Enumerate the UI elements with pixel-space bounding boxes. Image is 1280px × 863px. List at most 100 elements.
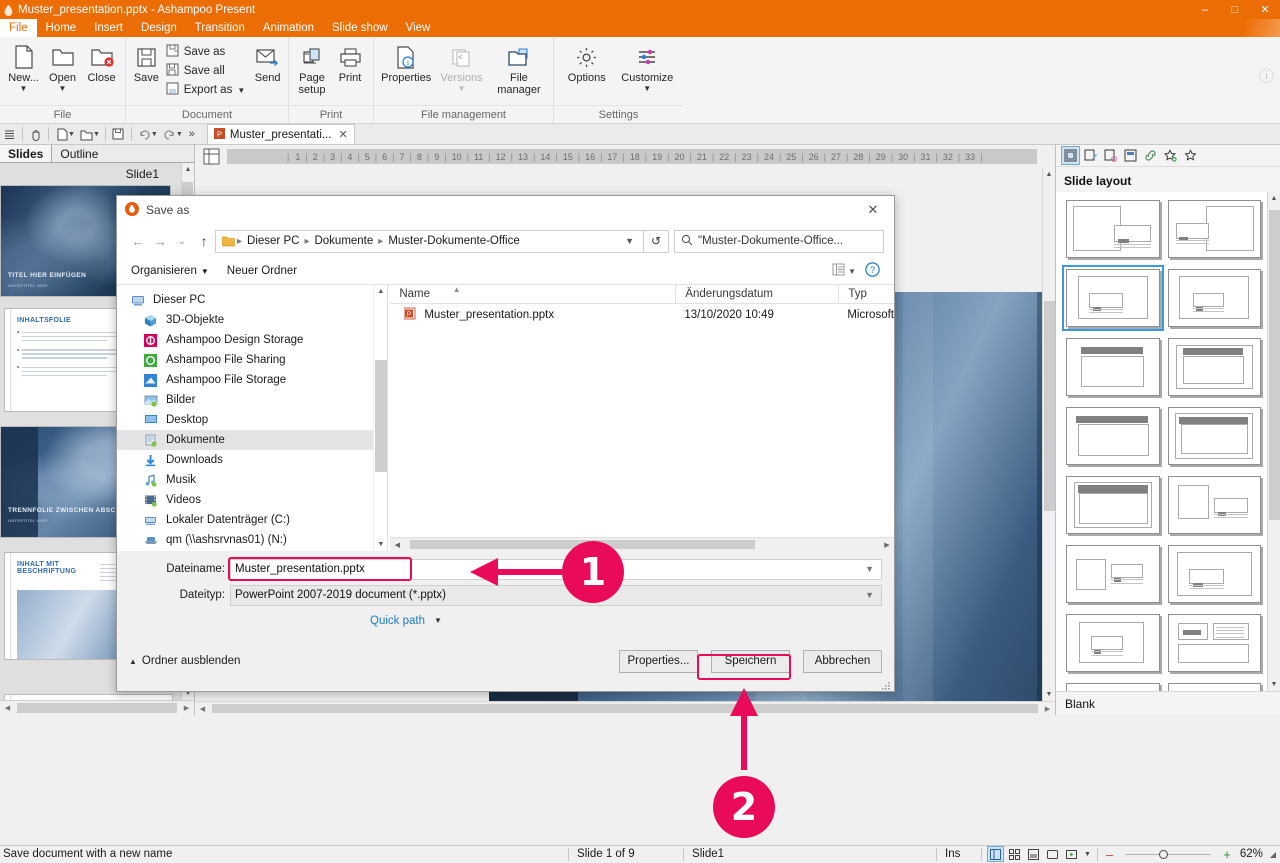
filetype-select[interactable]: PowerPoint 2007-2019 document (*.pptx) ▼ bbox=[230, 585, 882, 606]
chevron-down-icon[interactable]: ▼ bbox=[176, 131, 185, 138]
tree-item-12[interactable]: qm (\\ashsrvnas01) (N:) bbox=[117, 530, 373, 550]
toolbar-overflow-button[interactable]: » bbox=[185, 128, 199, 140]
resize-grip-icon[interactable]: ◢ bbox=[1265, 850, 1276, 859]
layout-thumbnail-5[interactable] bbox=[1168, 338, 1262, 396]
layout-vertical-scrollbar[interactable]: ▲ ▼ bbox=[1267, 192, 1280, 691]
column-header-modified[interactable]: Änderungsdatum bbox=[675, 285, 838, 304]
zoom-slider-knob[interactable] bbox=[1159, 850, 1168, 859]
properties-button[interactable]: Properties... bbox=[619, 650, 698, 673]
tree-item-0[interactable]: Dieser PC bbox=[117, 290, 373, 310]
slideshow-icon[interactable] bbox=[1064, 847, 1079, 861]
ribbon-send-button[interactable]: Send bbox=[251, 40, 284, 84]
new-folder-button[interactable]: Neuer Ordner bbox=[227, 265, 297, 277]
chevron-down-icon[interactable]: ▼ bbox=[151, 131, 160, 138]
layout-thumbnail-3[interactable] bbox=[1168, 269, 1262, 327]
layout-thumbnail-13[interactable] bbox=[1168, 614, 1262, 672]
help-icon[interactable]: ? bbox=[865, 262, 880, 280]
table-row[interactable]: P Muster_presentation.pptx 13/10/2020 10… bbox=[390, 304, 894, 326]
tree-item-11[interactable]: Lokaler Datenträger (C:) bbox=[117, 510, 373, 530]
horizontal-ruler[interactable]: |1|2|3|4|5|6|7|8|9|10|11|12|13|14|15|16|… bbox=[227, 149, 1037, 164]
scroll-down-icon[interactable]: ▼ bbox=[1268, 678, 1280, 691]
reading-view-icon[interactable] bbox=[1045, 847, 1060, 861]
file-list-horizontal-scrollbar[interactable]: ◀ ▶ bbox=[390, 537, 894, 551]
ribbon-new-button[interactable]: New... ▼ bbox=[4, 40, 43, 92]
chevron-down-icon[interactable]: ▼ bbox=[1084, 851, 1091, 858]
dialog-close-button[interactable]: ✕ bbox=[852, 196, 894, 224]
ribbon-save-as-button[interactable]: Save as bbox=[163, 42, 252, 61]
tree-item-2[interactable]: Ashampoo Design Storage bbox=[117, 330, 373, 350]
scroll-down-icon[interactable]: ▼ bbox=[374, 538, 387, 551]
organize-button[interactable]: Organisieren ▼ bbox=[131, 265, 209, 277]
maximize-button[interactable]: □ bbox=[1220, 0, 1250, 19]
chevron-down-icon[interactable]: ▼ bbox=[862, 590, 877, 600]
scroll-up-icon[interactable]: ▲ bbox=[1043, 168, 1056, 181]
ribbon-save-button[interactable]: Save bbox=[130, 40, 163, 84]
status-insert-mode[interactable]: Ins bbox=[937, 846, 981, 863]
scroll-right-icon[interactable]: ▶ bbox=[880, 541, 894, 549]
chevron-down-icon[interactable]: ▼ bbox=[620, 236, 639, 246]
editor-vertical-scrollbar[interactable]: ▲ ▼ bbox=[1042, 168, 1055, 701]
ribbon-export-as-button[interactable]: Export as ▼ bbox=[163, 80, 252, 99]
add-animation-icon[interactable] bbox=[1162, 147, 1179, 164]
layout-thumbnail-1[interactable] bbox=[1168, 200, 1262, 258]
breadcrumb-item-2[interactable]: Muster-Dokumente-Office bbox=[385, 235, 522, 247]
scroll-left-icon[interactable]: ◀ bbox=[390, 541, 404, 549]
menu-item-slideshow[interactable]: Slide show bbox=[323, 19, 397, 37]
layout-thumbnail-9[interactable] bbox=[1168, 476, 1262, 534]
scroll-right-icon[interactable]: ▶ bbox=[179, 701, 194, 715]
slide-master-icon[interactable] bbox=[1082, 147, 1099, 164]
ribbon-properties-button[interactable]: i Properties bbox=[378, 40, 434, 84]
scroll-up-icon[interactable]: ▲ bbox=[182, 163, 195, 176]
layout-thumbnail-11[interactable] bbox=[1168, 545, 1262, 603]
ribbon-print-button[interactable]: Print bbox=[331, 40, 369, 84]
layout-thumbnail-12[interactable] bbox=[1066, 614, 1160, 672]
chevron-down-icon[interactable]: ▼ bbox=[434, 616, 442, 625]
layout-thumbnail-4[interactable] bbox=[1066, 338, 1160, 396]
chevron-down-icon[interactable]: ▼ bbox=[68, 131, 77, 138]
menu-item-transition[interactable]: Transition bbox=[186, 19, 254, 37]
slide-sorter-icon[interactable] bbox=[1007, 847, 1022, 861]
menu-item-design[interactable]: Design bbox=[132, 19, 186, 37]
close-icon[interactable]: ✕ bbox=[339, 128, 348, 141]
chevron-down-icon[interactable]: ▼ bbox=[59, 85, 67, 92]
scroll-left-icon[interactable]: ◀ bbox=[195, 702, 210, 715]
nav-recent-button[interactable]: ⌄ bbox=[171, 229, 193, 253]
menu-item-file[interactable]: File bbox=[0, 19, 37, 37]
quick-path-link[interactable]: Quick path bbox=[370, 615, 425, 627]
slide-transition-icon[interactable] bbox=[1102, 147, 1119, 164]
layout-thumbnail-8[interactable] bbox=[1066, 476, 1160, 534]
help-icon[interactable]: ⓘ bbox=[1259, 65, 1274, 86]
ribbon-options-button[interactable]: Options bbox=[558, 40, 616, 84]
zoom-slider[interactable] bbox=[1125, 854, 1211, 855]
tree-item-7[interactable]: Dokumente bbox=[117, 430, 373, 450]
refresh-button[interactable]: ↺ bbox=[644, 230, 669, 253]
slide-layout-icon[interactable] bbox=[1062, 147, 1079, 164]
layout-thumbnail-0[interactable] bbox=[1066, 200, 1160, 258]
chevron-down-icon[interactable]: ▼ bbox=[20, 85, 28, 92]
hyperlink-icon[interactable] bbox=[1142, 147, 1159, 164]
layout-thumbnail-6[interactable] bbox=[1066, 407, 1160, 465]
ribbon-customize-button[interactable]: Customize ▼ bbox=[616, 40, 679, 92]
nav-forward-button[interactable]: → bbox=[149, 229, 171, 253]
chevron-down-icon[interactable]: ▼ bbox=[848, 267, 856, 276]
chevron-down-icon[interactable]: ▼ bbox=[643, 85, 651, 92]
ribbon-page-setup-button[interactable]: Page setup bbox=[293, 40, 331, 96]
animation-icon[interactable] bbox=[1182, 147, 1199, 164]
layout-thumbnail-15[interactable] bbox=[1168, 683, 1262, 691]
menu-item-home[interactable]: Home bbox=[37, 19, 86, 37]
ribbon-save-all-button[interactable]: Save all bbox=[163, 61, 252, 80]
column-header-type[interactable]: Typ bbox=[838, 285, 894, 304]
menu-item-view[interactable]: View bbox=[397, 19, 440, 37]
scroll-up-icon[interactable]: ▲ bbox=[374, 285, 387, 298]
save-button[interactable]: Speichern bbox=[711, 650, 790, 673]
breadcrumb-item-0[interactable]: Dieser PC bbox=[244, 235, 302, 247]
chevron-down-icon[interactable]: ▼ bbox=[237, 87, 245, 94]
nav-back-button[interactable]: ← bbox=[127, 229, 149, 253]
tree-item-1[interactable]: 3D-Objekte bbox=[117, 310, 373, 330]
editor-horizontal-scrollbar[interactable]: ◀ ▶ bbox=[195, 701, 1055, 715]
layout-thumbnail-14[interactable] bbox=[1066, 683, 1160, 691]
layout-thumbnail-2[interactable] bbox=[1066, 269, 1160, 327]
hide-folders-toggle[interactable]: ▲ Ordner ausblenden bbox=[129, 655, 240, 667]
document-tab[interactable]: P Muster_presentati... ✕ bbox=[207, 124, 355, 144]
zoom-level[interactable]: 62% bbox=[1237, 848, 1263, 860]
